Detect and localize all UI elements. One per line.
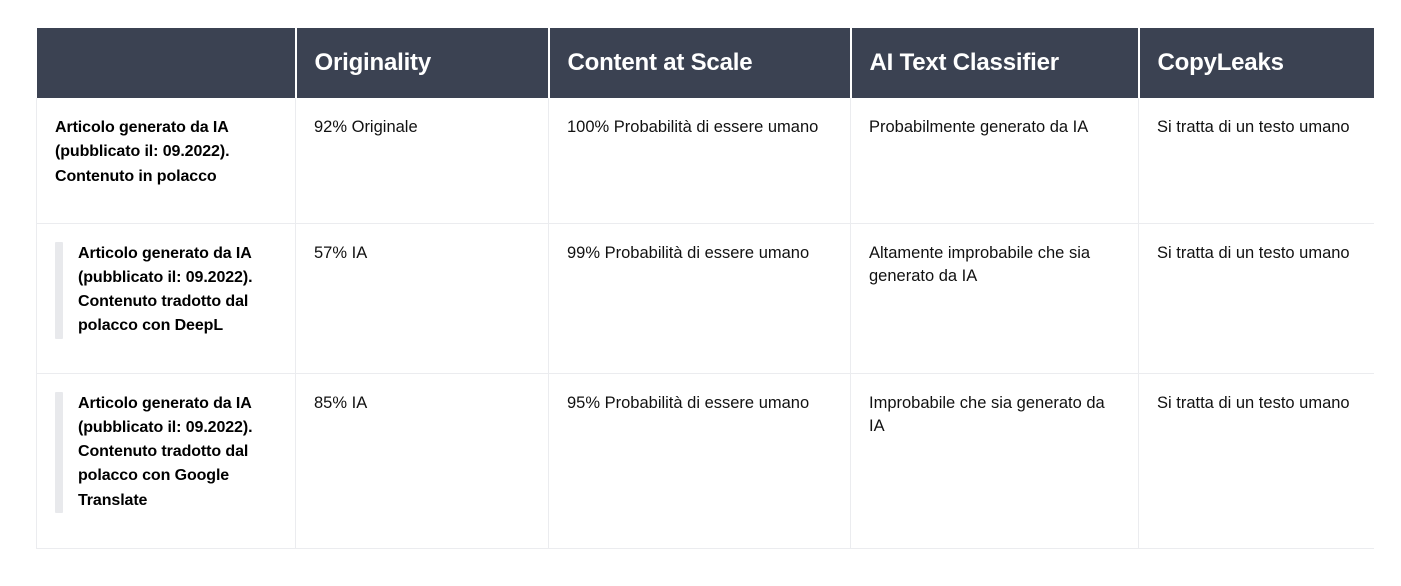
row-label-cell: Articolo generato da IA (pubblicato il: … — [36, 223, 296, 374]
table-row: Articolo generato da IA (pubblicato il: … — [36, 373, 1374, 549]
column-header-copyleaks: CopyLeaks — [1138, 28, 1374, 98]
cell-copyleaks: Si tratta di un testo umano — [1138, 373, 1374, 549]
row-label-cell: Articolo generato da IA (pubblicato il: … — [36, 98, 296, 224]
column-header-originality: Originality — [295, 28, 550, 98]
cell-content-at-scale: 99% Probabilità di essere umano — [548, 223, 851, 374]
column-header-content-at-scale: Content at Scale — [548, 28, 852, 98]
cell-copyleaks: Si tratta di un testo umano — [1138, 98, 1374, 224]
row-label-text: Articolo generato da IA (pubblicato il: … — [78, 394, 253, 509]
row-label-wrapper: Articolo generato da IA (pubblicato il: … — [55, 241, 277, 339]
cell-ai-text-classifier: Probabilmente generato da IA — [850, 98, 1139, 224]
cell-ai-text-classifier: Altamente improbabile che sia generato d… — [850, 223, 1139, 374]
row-label-text: Articolo generato da IA (pubblicato il: … — [55, 119, 230, 185]
table-header-row: Originality Content at Scale AI Text Cla… — [36, 28, 1374, 98]
cell-content-at-scale: 100% Probabilità di essere umano — [548, 98, 851, 224]
cell-copyleaks: Si tratta di un testo umano — [1138, 223, 1374, 374]
row-label-wrapper: Articolo generato da IA (pubblicato il: … — [55, 116, 277, 189]
indent-marker-bar — [55, 241, 63, 339]
indent-marker-bar — [55, 391, 63, 514]
row-label-wrapper: Articolo generato da IA (pubblicato il: … — [55, 391, 277, 514]
cell-originality: 92% Originale — [295, 98, 549, 224]
row-label-cell: Articolo generato da IA (pubblicato il: … — [36, 373, 296, 549]
comparison-table-container: Originality Content at Scale AI Text Cla… — [36, 28, 1374, 549]
table-body: Articolo generato da IA (pubblicato il: … — [36, 98, 1374, 549]
cell-originality: 57% IA — [295, 223, 549, 374]
cell-content-at-scale: 95% Probabilità di essere umano — [548, 373, 851, 549]
ai-detector-comparison-table: Originality Content at Scale AI Text Cla… — [36, 28, 1374, 549]
table-header: Originality Content at Scale AI Text Cla… — [36, 28, 1374, 98]
table-row: Articolo generato da IA (pubblicato il: … — [36, 223, 1374, 374]
table-row: Articolo generato da IA (pubblicato il: … — [36, 98, 1374, 224]
cell-ai-text-classifier: Improbabile che sia generato da IA — [850, 373, 1139, 549]
column-header-row-label — [36, 28, 297, 98]
column-header-ai-text-classifier: AI Text Classifier — [850, 28, 1140, 98]
cell-originality: 85% IA — [295, 373, 549, 549]
row-label-text: Articolo generato da IA (pubblicato il: … — [78, 244, 253, 335]
